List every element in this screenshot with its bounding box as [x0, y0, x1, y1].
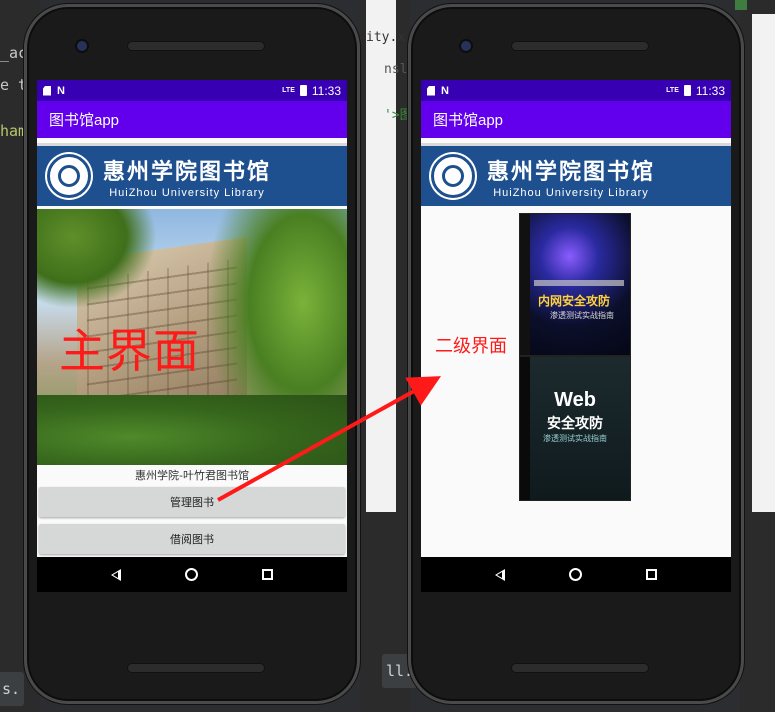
library-caption: 惠州学院-叶竹君图书馆: [135, 469, 249, 482]
ide-code-fragment: ity.x: [366, 30, 406, 45]
library-logo-icon: [431, 154, 475, 198]
speaker-grille: [511, 663, 649, 673]
sd-card-icon: [427, 85, 435, 96]
ide-editor-strip: [752, 14, 775, 512]
main-screen-annotation: 主界面: [59, 324, 200, 378]
lte-icon: LTE: [666, 87, 679, 94]
navigation-bar: [421, 557, 731, 592]
app-title: 图书馆app: [433, 112, 504, 129]
book-cover[interactable]: 内网安全攻防 渗透测试实战指南: [519, 213, 631, 356]
navigation-bar: [37, 557, 347, 592]
app-bar: 图书馆app: [421, 101, 731, 138]
banner-title-en: HuiZhou University Library: [109, 186, 265, 199]
book-title: Web: [554, 389, 596, 411]
secondary-screen-annotation: 二级界面: [435, 336, 507, 357]
battery-icon: [683, 85, 691, 96]
book-subtitle: 安全攻防: [547, 416, 603, 432]
app-title: 图书馆app: [49, 112, 120, 129]
banner-title-cn: 惠州学院图书馆: [103, 158, 272, 185]
home-icon[interactable]: [569, 568, 582, 581]
campus-photo: 主界面: [37, 209, 347, 465]
ide-bottom-fragment: s.: [0, 672, 25, 706]
status-bar: N LTE 11:33: [37, 80, 347, 101]
book-subtitle: 渗透测试实战指南: [550, 311, 614, 320]
lte-icon: LTE: [282, 87, 295, 94]
borrow-books-button[interactable]: 借阅图书: [39, 524, 345, 554]
n-notification-icon: N: [57, 84, 65, 97]
phone-main: N LTE 11:33 图书馆app 惠州学院图书馆 HuiZhou Unive…: [24, 4, 360, 704]
book-title: 内网安全攻防: [538, 294, 611, 308]
recents-icon[interactable]: [646, 569, 657, 580]
status-time: 11:33: [695, 83, 725, 98]
n-notification-icon: N: [441, 84, 449, 97]
banner-title-cn: 惠州学院图书馆: [487, 158, 656, 185]
recents-icon[interactable]: [262, 569, 273, 580]
screen-main: N LTE 11:33 图书馆app 惠州学院图书馆 HuiZhou Unive…: [37, 80, 347, 592]
back-icon[interactable]: [495, 568, 505, 581]
library-banner: 惠州学院图书馆 HuiZhou University Library: [37, 143, 347, 206]
library-logo-icon: [47, 154, 91, 198]
manage-books-button[interactable]: 管理图书: [39, 487, 345, 517]
book-subtitle-secondary: 渗透测试实战指南: [543, 434, 607, 443]
library-banner: 惠州学院图书馆 HuiZhou University Library: [421, 143, 731, 206]
camera-icon: [459, 39, 473, 53]
sd-card-icon: [43, 85, 51, 96]
home-icon[interactable]: [185, 568, 198, 581]
speaker-grille: [127, 663, 265, 673]
phone-secondary: N LTE 11:33 图书馆app 惠州学院图书馆 HuiZhou Unive…: [408, 4, 744, 704]
book-cover[interactable]: Web 安全攻防 渗透测试实战指南: [519, 356, 631, 501]
ide-run-indicator: [735, 0, 747, 10]
battery-icon: [299, 85, 307, 96]
screen-secondary: N LTE 11:33 图书馆app 惠州学院图书馆 HuiZhou Unive…: [421, 80, 731, 592]
app-bar: 图书馆app: [37, 101, 347, 138]
status-bar: N LTE 11:33: [421, 80, 731, 101]
book-list: 内网安全攻防 渗透测试实战指南 Web 安全攻防 渗透测试实战指南 二级界面: [421, 206, 731, 506]
speaker-grille: [127, 41, 265, 51]
status-time: 11:33: [311, 83, 341, 98]
camera-icon: [75, 39, 89, 53]
back-icon[interactable]: [111, 568, 121, 581]
banner-title-en: HuiZhou University Library: [493, 186, 649, 199]
speaker-grille: [511, 41, 649, 51]
